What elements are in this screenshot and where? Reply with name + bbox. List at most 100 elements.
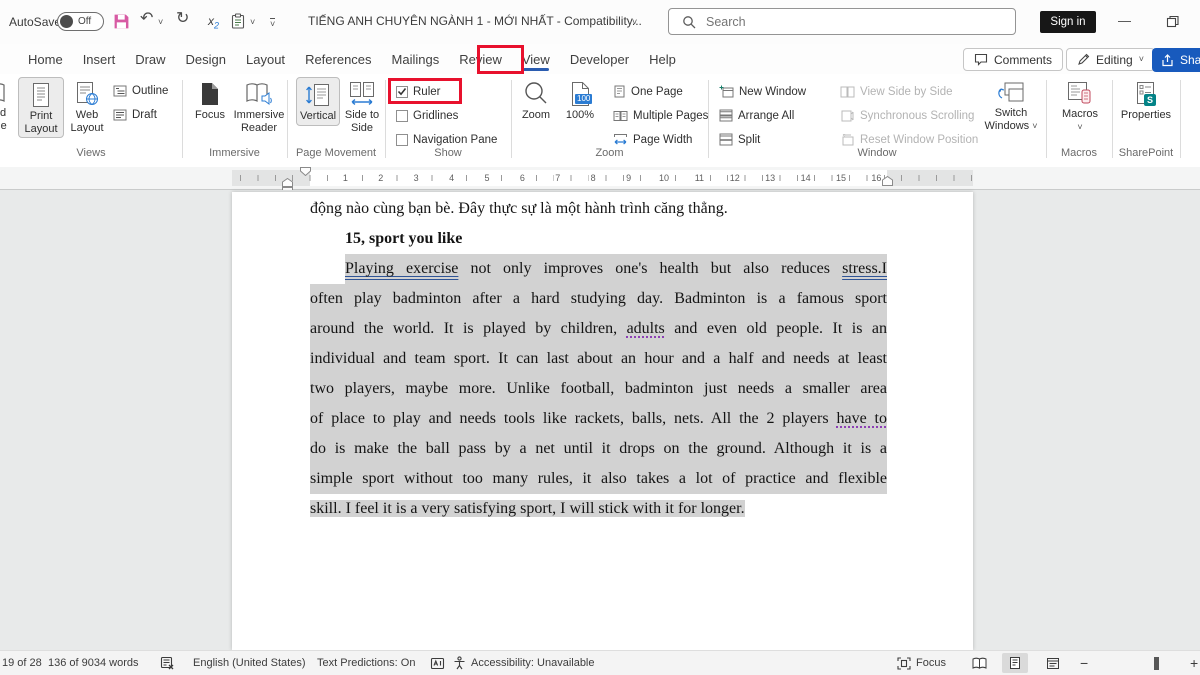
- gridlines-checkbox[interactable]: Gridlines: [396, 106, 458, 125]
- macros-group-label: Macros: [1046, 147, 1112, 159]
- tab-help[interactable]: Help: [646, 47, 679, 72]
- view-side-by-side-icon: [840, 86, 855, 98]
- tab-home[interactable]: Home: [25, 47, 66, 72]
- switch-windows-button[interactable]: Switch Windows ˅: [980, 77, 1042, 134]
- comments-button[interactable]: Comments: [963, 48, 1063, 71]
- restore-icon[interactable]: [1166, 15, 1179, 28]
- immersive-reader-button[interactable]: Immersive Reader: [232, 77, 286, 136]
- show-group-label: Show: [385, 147, 511, 159]
- tab-draw[interactable]: Draw: [132, 47, 168, 72]
- ruler-number: 9: [624, 172, 633, 184]
- right-indent-marker[interactable]: [882, 176, 893, 186]
- document-page[interactable]: động nào cùng bạn bè. Đây thực sự là một…: [232, 192, 973, 650]
- word-count[interactable]: 136 of 9034 words: [48, 651, 139, 675]
- ruler-checkbox[interactable]: Ruler: [396, 82, 440, 101]
- group-divider: [1180, 80, 1181, 158]
- pencil-icon: [1077, 53, 1090, 66]
- tab-layout[interactable]: Layout: [243, 47, 288, 72]
- tab-developer[interactable]: Developer: [567, 47, 632, 72]
- tab-view[interactable]: View: [519, 47, 553, 72]
- paragraph-line: around the world. It is played by childr…: [310, 314, 887, 344]
- multiple-pages-icon: [613, 110, 628, 122]
- ruler-number: 13: [763, 172, 777, 184]
- focus-toggle[interactable]: Focus: [897, 651, 946, 675]
- status-bar: 19 of 28 136 of 9034 words English (Unit…: [0, 650, 1200, 675]
- read-mode-button[interactable]: Read Mode: [0, 77, 16, 134]
- subscript-icon[interactable]: x2: [208, 14, 219, 30]
- tab-insert[interactable]: Insert: [80, 47, 119, 72]
- side-to-side-button[interactable]: Side to Side: [341, 77, 383, 136]
- paragraph-previous-line: động nào cùng bạn bè. Đây thực sự là một…: [310, 194, 887, 224]
- arrange-all-button[interactable]: Arrange All: [719, 106, 794, 125]
- ruler-checkbox-box: [396, 86, 408, 98]
- paste-chevron-icon[interactable]: ˅: [250, 18, 255, 27]
- new-window-button[interactable]: New Window: [719, 82, 806, 101]
- autosave-toggle[interactable]: Off: [57, 12, 104, 31]
- tab-design[interactable]: Design: [183, 47, 229, 72]
- synchronous-scrolling-button[interactable]: Synchronous Scrolling: [840, 106, 974, 125]
- share-button[interactable]: Share: [1152, 48, 1200, 72]
- autosave-state: Off: [78, 16, 91, 27]
- paragraph-line: individual and team sport. It can last a…: [310, 344, 887, 374]
- web-layout-button[interactable]: Web Layout: [64, 77, 110, 136]
- text-predictions-icon[interactable]: [430, 651, 445, 675]
- view-side-by-side-button[interactable]: View Side by Side: [840, 82, 952, 101]
- print-layout-button[interactable]: Print Layout: [18, 77, 64, 138]
- paste-options-icon[interactable]: [231, 13, 245, 29]
- undo-chevron-icon[interactable]: ˅: [158, 18, 163, 27]
- search-box[interactable]: [668, 8, 1016, 35]
- zoom-out-button[interactable]: −: [1080, 651, 1088, 675]
- page-width-icon: [613, 133, 628, 146]
- macros-button[interactable]: Macros˅: [1052, 77, 1108, 135]
- text-predictions-indicator[interactable]: Text Predictions: On: [317, 651, 415, 675]
- ruler-number: 6: [518, 172, 527, 184]
- paragraph-line: two players, maybe more. Unlike football…: [310, 374, 887, 404]
- title-bar: AutoSave Off ↶ ˅ ↻ x2 ˅ ˅ TIẾNG ANH CHUY…: [0, 0, 1200, 44]
- draft-button[interactable]: Draft: [113, 105, 157, 124]
- gridlines-checkbox-box: [396, 110, 408, 122]
- zoom-100-button[interactable]: 100 100%: [558, 77, 602, 124]
- undo-icon[interactable]: ↶: [140, 11, 153, 27]
- paragraph-line: skill. I feel it is a very satisfying sp…: [310, 494, 887, 524]
- tab-mailings[interactable]: Mailings: [389, 47, 443, 72]
- one-page-button[interactable]: One Page: [613, 82, 683, 101]
- share-icon: [1161, 54, 1174, 67]
- ruler-number: 1: [341, 172, 350, 184]
- properties-button[interactable]: S Properties: [1114, 77, 1178, 124]
- minimize-icon[interactable]: —: [1118, 13, 1131, 28]
- horizontal-ruler[interactable]: 1 2 3 4 5 6 7 8 9 10 11 12 13 14 15 16: [0, 167, 1200, 190]
- read-mode-view-button[interactable]: [966, 653, 992, 673]
- page-indicator[interactable]: 19 of 28: [2, 651, 42, 675]
- zoom-slider[interactable]: [1096, 663, 1188, 675]
- editing-mode-button[interactable]: Editing ˅: [1066, 48, 1155, 71]
- web-layout-view-button[interactable]: [1040, 653, 1066, 673]
- customize-qat-icon[interactable]: ˅: [270, 18, 275, 29]
- ribbon: Read Mode Print Layout Web Layout Outlin…: [0, 74, 1200, 168]
- zoom-slider-thumb[interactable]: [1154, 657, 1159, 670]
- paragraph-line: simple sport without too many rules, it …: [310, 464, 887, 494]
- zoom-in-button[interactable]: +: [1190, 651, 1198, 675]
- tab-review[interactable]: Review: [456, 47, 505, 72]
- editing-chevron-icon: ˅: [1139, 55, 1144, 64]
- navigation-pane-checkbox-box: [396, 134, 408, 146]
- draft-icon: [113, 109, 127, 121]
- outline-button[interactable]: Outline: [113, 81, 168, 100]
- redo-icon[interactable]: ↻: [176, 11, 189, 27]
- accessibility-status[interactable]: Accessibility: Unavailable: [453, 651, 595, 675]
- tab-references[interactable]: References: [302, 47, 374, 72]
- vertical-button[interactable]: Vertical: [296, 77, 340, 126]
- first-line-indent-marker[interactable]: [300, 167, 311, 176]
- title-chevron-icon[interactable]: ˅: [632, 18, 637, 27]
- search-input[interactable]: [704, 14, 968, 30]
- save-icon[interactable]: [113, 13, 130, 30]
- proofing-errors-icon[interactable]: [160, 651, 175, 675]
- sign-in-button[interactable]: Sign in: [1040, 11, 1096, 33]
- multiple-pages-button[interactable]: Multiple Pages: [613, 106, 708, 125]
- focus-button[interactable]: Focus: [188, 77, 232, 124]
- zoom-button[interactable]: Zoom: [514, 77, 558, 124]
- switch-windows-chevron-icon: ˅: [1032, 121, 1037, 131]
- document-area: động nào cùng bạn bè. Đây thực sự là một…: [0, 190, 1200, 650]
- print-layout-view-button[interactable]: [1002, 653, 1028, 673]
- selected-paragraph[interactable]: Playing exercise not only improves one's…: [310, 254, 887, 524]
- language-indicator[interactable]: English (United States): [193, 651, 306, 675]
